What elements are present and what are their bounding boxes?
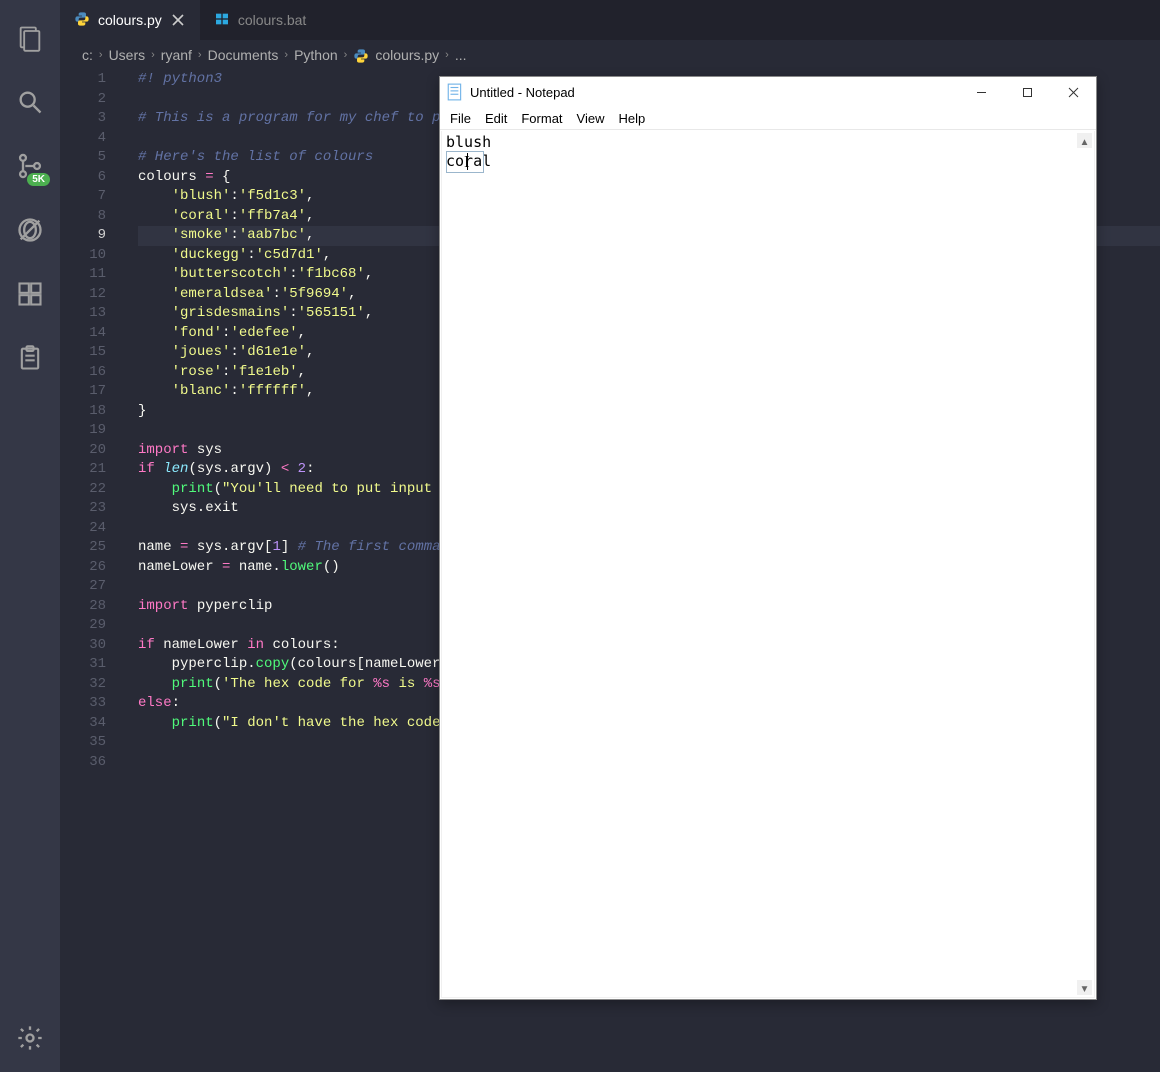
menu-view[interactable]: View — [571, 109, 611, 128]
notepad-title: Untitled - Notepad — [470, 85, 958, 100]
scm-badge: 5K — [27, 173, 50, 186]
menu-help[interactable]: Help — [612, 109, 651, 128]
breadcrumbs[interactable]: c: › Users › ryanf › Documents › Python › col… — [60, 40, 1160, 70]
tab-label: colours.py — [98, 12, 162, 28]
divider — [440, 129, 1096, 130]
chevron-right-icon: › — [284, 49, 288, 61]
windows-file-icon — [214, 11, 230, 30]
gear-icon[interactable] — [6, 1014, 54, 1062]
activity-bar: 5K — [0, 0, 60, 1072]
chevron-right-icon: › — [99, 49, 103, 61]
chevron-right-icon: › — [198, 49, 202, 61]
menu-file[interactable]: File — [444, 109, 477, 128]
source-control-icon[interactable]: 5K — [6, 142, 54, 190]
notepad-line: coral — [446, 152, 1090, 171]
notepad-line: blush — [446, 133, 1090, 152]
text-cursor-selection: I — [446, 151, 484, 173]
gutter: 1234567891011121314151617181920212223242… — [60, 70, 126, 1072]
clipboard-icon[interactable] — [6, 334, 54, 382]
notepad-menubar: File Edit Format View Help — [440, 107, 1096, 129]
chevron-right-icon: › — [344, 49, 348, 61]
debug-disabled-icon[interactable] — [6, 206, 54, 254]
maximize-button[interactable] — [1004, 77, 1050, 107]
tab-bar: colours.py colours.bat — [60, 0, 1160, 40]
tab-colours-py[interactable]: colours.py — [60, 0, 200, 40]
menu-edit[interactable]: Edit — [479, 109, 513, 128]
minimize-button[interactable] — [958, 77, 1004, 107]
explorer-icon[interactable] — [6, 14, 54, 62]
bc-seg[interactable]: ryanf — [161, 47, 192, 63]
ibeam-cursor-icon: I — [464, 152, 470, 172]
bc-file[interactable]: colours.py — [375, 47, 439, 63]
extensions-icon[interactable] — [6, 270, 54, 318]
close-icon[interactable] — [170, 12, 186, 28]
tab-colours-bat[interactable]: colours.bat — [200, 0, 320, 40]
chevron-right-icon: › — [151, 49, 155, 61]
python-file-icon — [74, 11, 90, 30]
notepad-textarea[interactable]: blush I coral ▴ ▾ — [441, 131, 1095, 998]
chevron-right-icon: › — [445, 49, 449, 61]
notepad-window[interactable]: Untitled - Notepad File Edit Format View… — [439, 76, 1097, 1000]
search-icon[interactable] — [6, 78, 54, 126]
notepad-app-icon — [446, 83, 464, 101]
notepad-titlebar[interactable]: Untitled - Notepad — [440, 77, 1096, 107]
tab-label: colours.bat — [238, 12, 306, 28]
scroll-up-button[interactable]: ▴ — [1077, 133, 1092, 148]
bc-seg[interactable]: Python — [294, 47, 338, 63]
bc-seg[interactable]: Users — [109, 47, 146, 63]
python-file-icon — [353, 46, 369, 63]
menu-format[interactable]: Format — [515, 109, 568, 128]
bc-tail[interactable]: ... — [455, 47, 467, 63]
close-button[interactable] — [1050, 77, 1096, 107]
scroll-down-button[interactable]: ▾ — [1077, 980, 1092, 995]
bc-seg[interactable]: c: — [82, 47, 93, 63]
bc-seg[interactable]: Documents — [208, 47, 279, 63]
